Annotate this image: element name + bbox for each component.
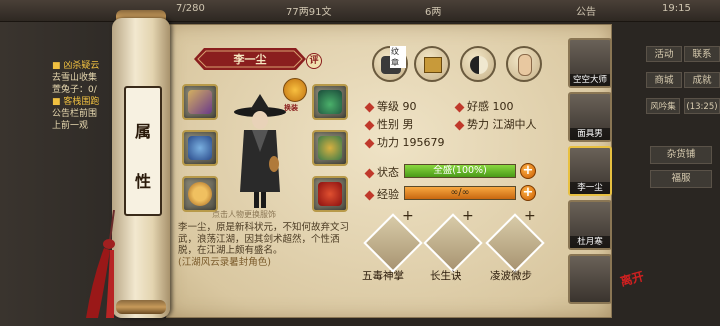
gender-stat: 性别 男 xyxy=(364,116,414,132)
attribute-tab-label: 属 性 xyxy=(124,86,162,216)
skill-plus-icon[interactable]: + xyxy=(402,208,414,224)
emblem-icon[interactable]: 纹章 xyxy=(372,46,408,82)
companion-portrait-selected[interactable]: 李一尘 xyxy=(568,146,612,196)
quest-line: 去雪山收集 xyxy=(52,73,98,83)
description-text: 李一尘，原是新科状元，不知何故弃文习武，浪荡江湖，因其剑术超然，个性洒脱，在江湖… xyxy=(178,222,350,256)
clock-text: 19:15 xyxy=(662,3,691,14)
equip-slot-hat[interactable] xyxy=(312,84,348,120)
companion-portrait[interactable]: 杜月寒 xyxy=(568,200,612,250)
comment-badge[interactable]: 评 xyxy=(306,53,322,69)
exp-bar-text: ∞/∞ xyxy=(450,187,470,198)
skill-plus-icon[interactable]: + xyxy=(462,208,474,224)
equip-slot-armor[interactable] xyxy=(182,130,218,166)
power-value: 195679 xyxy=(402,136,445,149)
chest-icon[interactable] xyxy=(414,46,450,82)
quest-line: 公告栏前围 xyxy=(52,109,98,119)
poem-button[interactable]: 风吟集 xyxy=(646,98,680,114)
faction-value: 江湖中人 xyxy=(492,118,537,131)
quest-line: ■ 凶杀疑云 xyxy=(52,61,100,71)
skill-name: 凌波微步 xyxy=(490,270,532,282)
description-note: (江湖风云录暑封角色) xyxy=(178,256,271,268)
status-label: 状态 xyxy=(364,164,399,180)
companion-name: 李一尘 xyxy=(570,182,610,194)
power-stat: 功力 195679 xyxy=(364,134,445,150)
gems-text: 6两 xyxy=(425,7,442,18)
companion-name: 面具男 xyxy=(570,128,610,140)
achievement-button[interactable]: 成就 xyxy=(684,72,720,88)
favor-value: 100 xyxy=(492,100,514,113)
equip-slot-ring[interactable] xyxy=(182,176,218,212)
tassel-icon xyxy=(86,210,115,318)
skill-name: 长生诀 xyxy=(430,270,462,282)
equip-slot-charm[interactable] xyxy=(312,176,348,212)
gender-value: 男 xyxy=(402,118,414,131)
timer-text: (13:25) xyxy=(684,98,720,114)
equip-slot-weapon[interactable] xyxy=(182,84,218,120)
status-bar: 全盛(100%) xyxy=(404,164,516,178)
coins-text: 77两91文 xyxy=(286,7,332,18)
equip-slot-helmet[interactable] xyxy=(312,130,348,166)
quest-line: 萱兔子：0/ xyxy=(52,85,97,95)
label-char-top: 属 xyxy=(134,122,151,141)
status-bar-text: 全盛(100%) xyxy=(433,165,487,176)
costume-button[interactable]: 福服 xyxy=(650,170,712,188)
quest-line: 上前一观 xyxy=(52,121,89,131)
yinyang-icon[interactable] xyxy=(460,46,496,82)
exp-bar: ∞/∞ xyxy=(404,186,516,200)
arm-icon[interactable] xyxy=(506,46,542,82)
favor-stat: 好感 100 xyxy=(454,98,514,114)
emblem-badge: 纹章 xyxy=(390,46,406,68)
character-description: 李一尘，原是新科状元，不知何故弃文习武，浪荡江湖，因其剑术超然，个性洒脱，在江湖… xyxy=(178,222,350,280)
faction-stat: 势力 江湖中人 xyxy=(454,116,537,132)
character-name: 李一尘 xyxy=(233,53,267,66)
status-add-button[interactable]: + xyxy=(520,163,536,179)
exp-label: 经验 xyxy=(364,186,399,202)
store-button[interactable]: 杂货铺 xyxy=(650,146,712,164)
shop-button[interactable]: 商城 xyxy=(646,72,682,88)
contact-button[interactable]: 联系 xyxy=(684,46,720,62)
level-value: 90 xyxy=(402,100,417,113)
quest-list[interactable]: ■ 凶杀疑云 去雪山收集 萱兔子：0/ ■ 客栈围跑 公告栏前围 上前一观 xyxy=(52,60,99,132)
quest-line: ■ 客栈围跑 xyxy=(52,97,100,107)
event-button[interactable]: 活动 xyxy=(646,46,682,62)
counter-text: 7/280 xyxy=(176,3,205,14)
companion-portrait[interactable]: 空空大师 xyxy=(568,38,612,88)
label-char-bottom: 性 xyxy=(134,172,151,191)
companion-name: 空空大师 xyxy=(570,74,610,86)
outfit-hint: 点击人物更换服饰 xyxy=(212,210,276,219)
character-figure[interactable] xyxy=(230,92,290,210)
top-status-bar: 7/280 77两91文 6两 公告 19:15 xyxy=(0,0,720,22)
announce-button[interactable]: 公告 xyxy=(576,3,596,18)
exp-add-button[interactable]: + xyxy=(520,185,536,201)
companion-portrait[interactable] xyxy=(568,254,612,304)
companion-name: 杜月寒 xyxy=(570,236,610,248)
level-stat: 等级 90 xyxy=(364,98,417,114)
skill-name: 五毒神掌 xyxy=(362,270,404,282)
skill-plus-icon[interactable]: + xyxy=(524,208,536,224)
companion-portrait[interactable]: 面具男 xyxy=(568,92,612,142)
